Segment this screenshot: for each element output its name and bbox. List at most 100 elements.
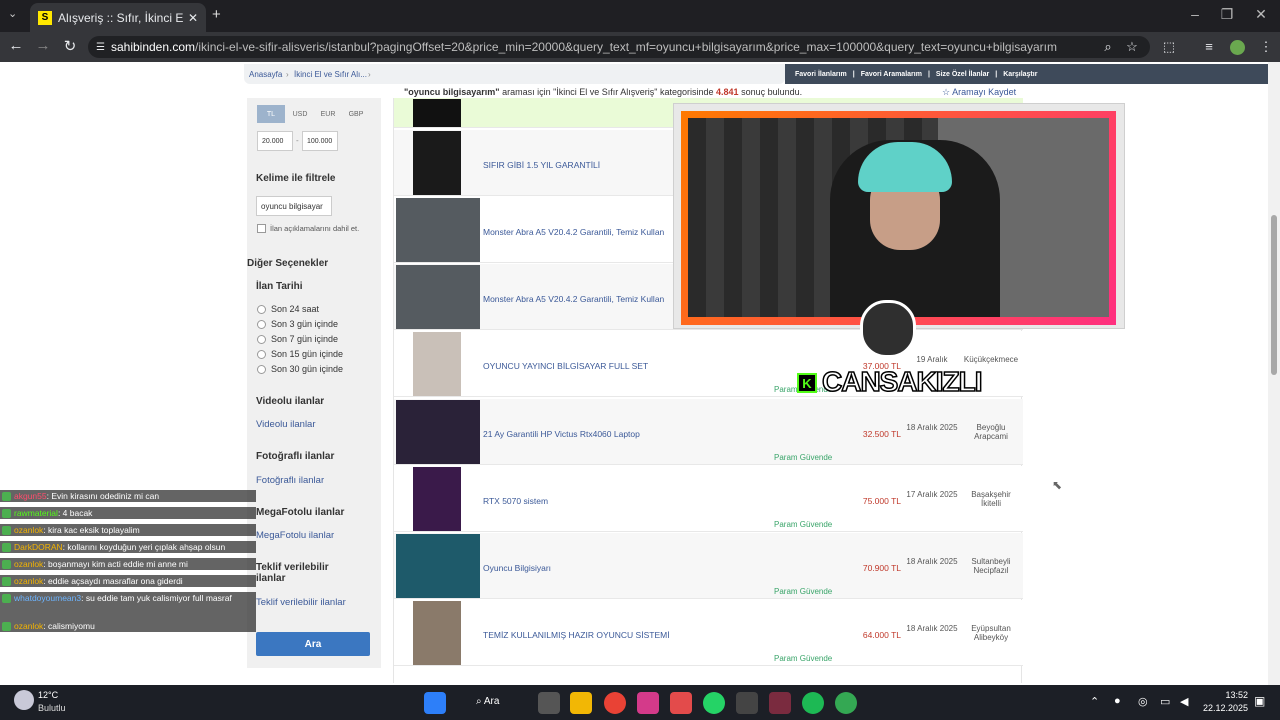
date-option-30d[interactable]: Son 30 gün içinde <box>257 364 343 374</box>
reload-icon[interactable]: ↻ <box>60 37 80 55</box>
table-row[interactable]: RTX 5070 sistem 75.000 TL 17 Aralık 2025 Ba… <box>394 466 1023 532</box>
listing-title[interactable]: TEMİZ KULLANILMIŞ HAZIR OYUNCU SİSTEMİ <box>483 630 670 640</box>
profile-avatar[interactable] <box>1230 40 1245 55</box>
date-option-3d[interactable]: Son 3 gün içinde <box>257 319 338 329</box>
notification-icon[interactable]: ▣ <box>1254 694 1265 708</box>
chat-text: : kira kac eksik toplayalim <box>43 525 140 535</box>
save-search-link[interactable]: ☆ Aramayı Kaydet <box>942 87 1016 98</box>
bookmark-star-icon[interactable]: ☆ <box>1123 39 1141 55</box>
chat-username: rawmaterial <box>14 508 58 518</box>
listing-thumbnail[interactable] <box>413 467 461 531</box>
date-option-15d[interactable]: Son 15 gün içinde <box>257 349 343 359</box>
listing-thumbnail[interactable] <box>413 131 461 195</box>
listing-thumbnail[interactable] <box>413 99 461 127</box>
offer-heading: Teklif verilebilir ilanlar <box>256 562 329 584</box>
mega-link[interactable]: MegaFotolu ilanlar <box>256 530 334 541</box>
weather-desc: Bulutlu <box>38 703 66 713</box>
breadcrumb-category[interactable]: İkinci El ve Sıfır Alı... <box>294 70 367 79</box>
offer-link[interactable]: Teklif verilebilir ilanlar <box>256 597 346 608</box>
table-row[interactable]: Oyuncu Bilgisiyarı 70.900 TL 18 Aralık 202… <box>394 533 1023 599</box>
special-listings-link[interactable]: Size Özel İlanlar <box>936 71 989 78</box>
secure-payment-badge: Param Güvende <box>774 587 833 596</box>
active-app-icon[interactable] <box>769 692 791 714</box>
chat-text: : Evin kirasını odediniz mi can <box>46 491 160 501</box>
media-icon[interactable]: ≡ <box>1200 39 1218 54</box>
listing-title[interactable]: Oyuncu Bilgisiyarı <box>483 563 551 573</box>
search-icon: ⌕ <box>476 696 484 707</box>
listing-thumbnail[interactable] <box>396 265 480 329</box>
favorite-listings-link[interactable]: Favori İlanlarım <box>795 71 847 78</box>
chrome-alt-icon[interactable] <box>835 692 857 714</box>
scrollbar-thumb[interactable] <box>1271 215 1277 375</box>
listing-thumbnail[interactable] <box>396 534 480 598</box>
listing-thumbnail[interactable] <box>396 198 480 262</box>
streamer-name: CANSAKIZLI <box>821 365 983 398</box>
close-tab-icon[interactable]: ✕ <box>184 11 202 25</box>
search-button[interactable]: Ara <box>256 632 370 656</box>
file-explorer-icon[interactable] <box>570 692 592 714</box>
zoom-icon[interactable]: ⌕ <box>1099 39 1117 55</box>
listing-thumbnail[interactable] <box>413 332 461 396</box>
extensions-icon[interactable]: ⬚ <box>1160 39 1178 55</box>
chat-message: DarkDORAN: kollarını koyduğun yeri çıpla… <box>0 541 256 554</box>
listing-thumbnail[interactable] <box>396 400 480 464</box>
clock-date[interactable]: 22.12.2025 <box>1198 703 1248 713</box>
listing-title[interactable]: 21 Ay Garantili HP Victus Rtx4060 Laptop <box>483 429 640 439</box>
obs-icon[interactable] <box>736 692 758 714</box>
listing-title[interactable]: Monster Abra A5 V20.4.2 Garantili, Temiz… <box>483 227 664 237</box>
display-icon[interactable]: ▭ <box>1160 695 1170 708</box>
currency-tl[interactable]: TL <box>257 105 285 123</box>
window-close-icon[interactable]: ✕ <box>1246 6 1276 23</box>
video-link[interactable]: Videolu ilanlar <box>256 419 316 430</box>
address-bar[interactable]: ☰ sahibinden.com/ikinci-el-ve-sifir-alis… <box>88 36 1150 58</box>
minimize-icon[interactable]: – <box>1180 6 1210 22</box>
weather-temp[interactable]: 12°C <box>38 690 58 700</box>
whatsapp-icon[interactable] <box>703 692 725 714</box>
app-icon[interactable] <box>670 692 692 714</box>
windows-start-icon[interactable] <box>424 692 446 714</box>
maximize-icon[interactable]: ❐ <box>1212 6 1242 23</box>
chrome-icon[interactable] <box>604 692 626 714</box>
price-max-input[interactable]: 100.000 <box>302 131 338 151</box>
network-icon[interactable]: ◎ <box>1138 695 1148 708</box>
listing-date: 18 Aralık 2025 <box>906 423 958 432</box>
listing-thumbnail[interactable] <box>413 601 461 665</box>
currency-eur[interactable]: EUR <box>314 105 342 123</box>
listing-title[interactable]: RTX 5070 sistem <box>483 496 548 506</box>
clock-time[interactable]: 13:52 <box>1204 690 1248 700</box>
menu-icon[interactable]: ⋮ <box>1257 39 1275 55</box>
listing-title[interactable]: Monster Abra A5 V20.4.2 Garantili, Temiz… <box>483 294 664 304</box>
taskbar-search[interactable]: ⌕ Ara <box>476 696 499 707</box>
spotify-icon[interactable] <box>802 692 824 714</box>
include-description-checkbox[interactable]: İlan açıklamalarını dahil et. <box>257 224 359 233</box>
tab-search-chevron-icon[interactable]: ⌄ <box>8 7 17 20</box>
photo-link[interactable]: Fotoğraflı ilanlar <box>256 475 324 486</box>
chat-badge-icon <box>2 526 11 536</box>
back-icon[interactable]: ← <box>6 37 26 54</box>
breadcrumb-home[interactable]: Anasayfa <box>249 70 282 79</box>
listing-date: 17 Aralık 2025 <box>906 490 958 499</box>
forward-icon[interactable]: → <box>33 37 53 54</box>
task-view-icon[interactable] <box>538 692 560 714</box>
currency-gbp[interactable]: GBP <box>342 105 370 123</box>
currency-usd[interactable]: USD <box>286 105 314 123</box>
tray-chevron-icon[interactable]: ⌃ <box>1090 695 1099 708</box>
listing-title[interactable]: SIFIR GİBİ 1.5 YIL GARANTİLİ <box>483 160 600 170</box>
table-row[interactable]: TEMİZ KULLANILMIŞ HAZIR OYUNCU SİSTEMİ 64… <box>394 600 1023 666</box>
site-info-icon[interactable]: ☰ <box>96 42 105 53</box>
listing-title[interactable]: OYUNCU YAYINCI BİLGİSAYAR FULL SET <box>483 361 648 371</box>
price-min-input[interactable]: 20.000 <box>257 131 293 151</box>
weather-icon[interactable] <box>14 690 34 710</box>
volume-icon[interactable]: ◀ <box>1180 695 1188 708</box>
date-option-24h[interactable]: Son 24 saat <box>257 304 319 314</box>
keyword-input[interactable]: oyuncu bilgisayar <box>256 196 332 216</box>
microphone-icon[interactable]: ● <box>1114 695 1121 707</box>
favorite-searches-link[interactable]: Favori Aramalarım <box>861 71 922 78</box>
instagram-icon[interactable] <box>637 692 659 714</box>
table-row[interactable]: 21 Ay Garantili HP Victus Rtx4060 Laptop… <box>394 399 1023 465</box>
new-tab-icon[interactable]: + <box>212 6 221 23</box>
chat-text: : calismiyomu <box>43 621 95 631</box>
browser-tab[interactable]: S Alışveriş :: Sıfır, İkinci El Ürünler … <box>30 3 206 32</box>
compare-link[interactable]: Karşılaştır <box>1003 71 1037 78</box>
date-option-7d[interactable]: Son 7 gün içinde <box>257 334 338 344</box>
